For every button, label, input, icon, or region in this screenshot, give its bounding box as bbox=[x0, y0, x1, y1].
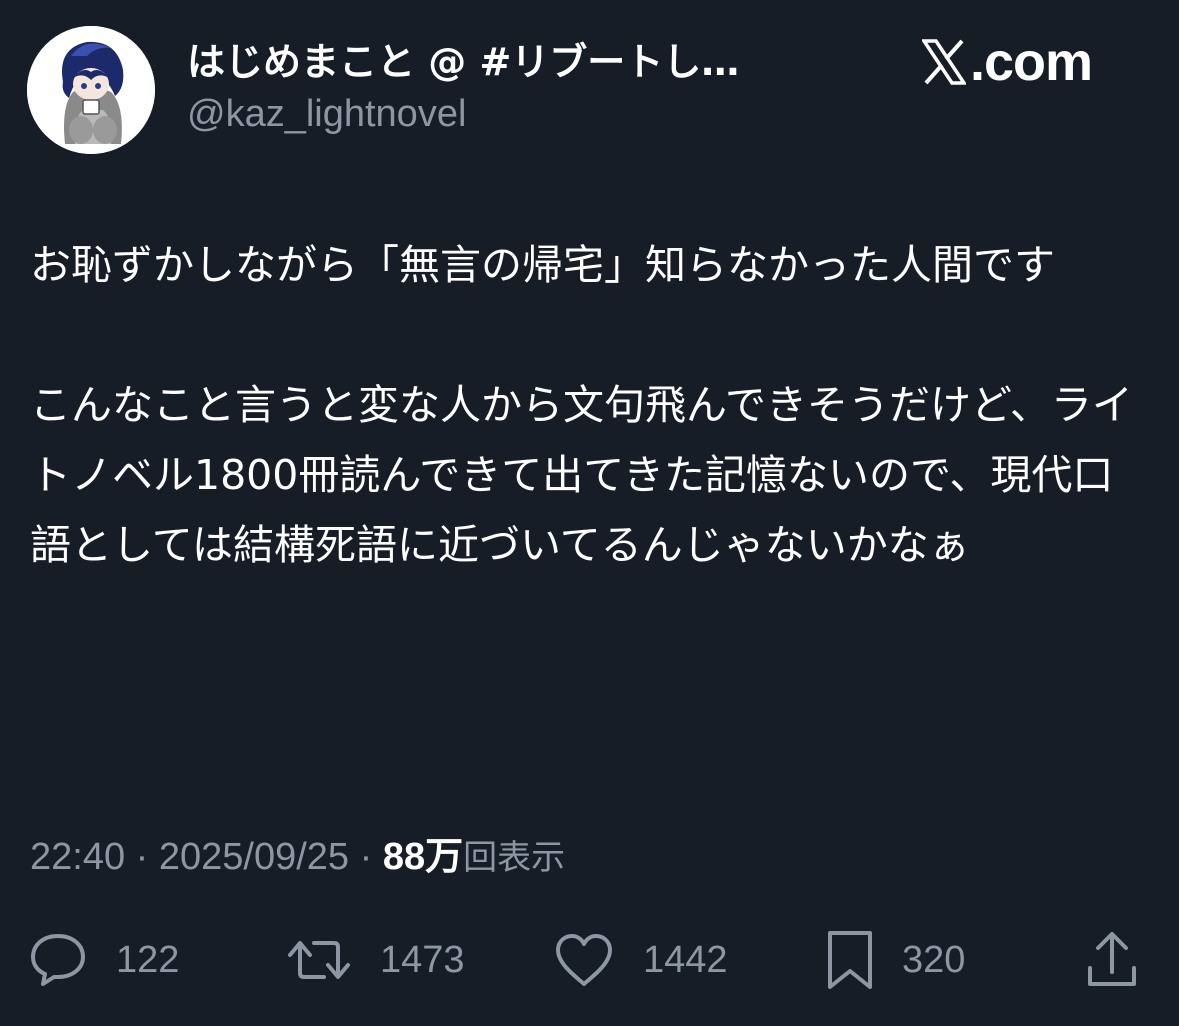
display-name[interactable]: はじめまこと @ #リブートし… bbox=[187, 36, 807, 88]
repost-count: 1473 bbox=[380, 938, 465, 981]
user-handle[interactable]: @kaz_lightnovel bbox=[187, 90, 807, 138]
views-count: 88万 bbox=[382, 836, 464, 878]
brand-text: com bbox=[984, 32, 1093, 92]
share-icon bbox=[1088, 932, 1136, 986]
brand-prefix: . bbox=[970, 32, 985, 92]
avatar[interactable] bbox=[27, 26, 155, 154]
tweet-date[interactable]: 2025/09/25 bbox=[159, 836, 349, 878]
reply-icon bbox=[31, 934, 85, 986]
meta-separator: · bbox=[135, 836, 149, 878]
tweet-card: はじめまこと @ #リブートし… @kaz_lightnovel . com お恥… bbox=[0, 0, 1179, 1026]
heart-icon bbox=[556, 934, 612, 986]
x-logo-icon bbox=[922, 39, 966, 85]
like-button[interactable]: 1442 bbox=[553, 925, 728, 995]
repost-button[interactable]: 1473 bbox=[286, 925, 465, 995]
bookmark-icon bbox=[828, 931, 872, 989]
meta-separator: · bbox=[359, 836, 373, 878]
avatar-illustration bbox=[27, 26, 155, 154]
author-info: はじめまこと @ #リブートし… @kaz_lightnovel bbox=[187, 36, 807, 138]
action-bar: 122 1473 1442 320 bbox=[0, 925, 1179, 995]
bookmark-button[interactable]: 320 bbox=[826, 925, 965, 995]
tweet-meta: 22:40 · 2025/09/25 · 88万回表示 bbox=[30, 832, 565, 883]
brand-logo: . com bbox=[922, 32, 1122, 92]
reply-count: 122 bbox=[116, 938, 180, 981]
tweet-time[interactable]: 22:40 bbox=[30, 836, 125, 878]
tweet-body: お恥ずかしながら「無言の帰宅」知らなかった人間です こんなこと言うと変な人から文… bbox=[30, 230, 1150, 580]
bookmark-count: 320 bbox=[902, 938, 966, 981]
tweet-paragraph: こんなこと言うと変な人から文句飛んできそうだけど、ライトノベル1800冊読んでき… bbox=[30, 381, 1133, 569]
views-label: 回表示 bbox=[463, 838, 566, 878]
repost-icon bbox=[288, 941, 350, 979]
tweet-paragraph: お恥ずかしながら「無言の帰宅」知らなかった人間です bbox=[30, 241, 1055, 289]
share-button[interactable] bbox=[1084, 925, 1140, 995]
reply-button[interactable]: 122 bbox=[28, 925, 179, 995]
like-count: 1442 bbox=[643, 938, 728, 981]
